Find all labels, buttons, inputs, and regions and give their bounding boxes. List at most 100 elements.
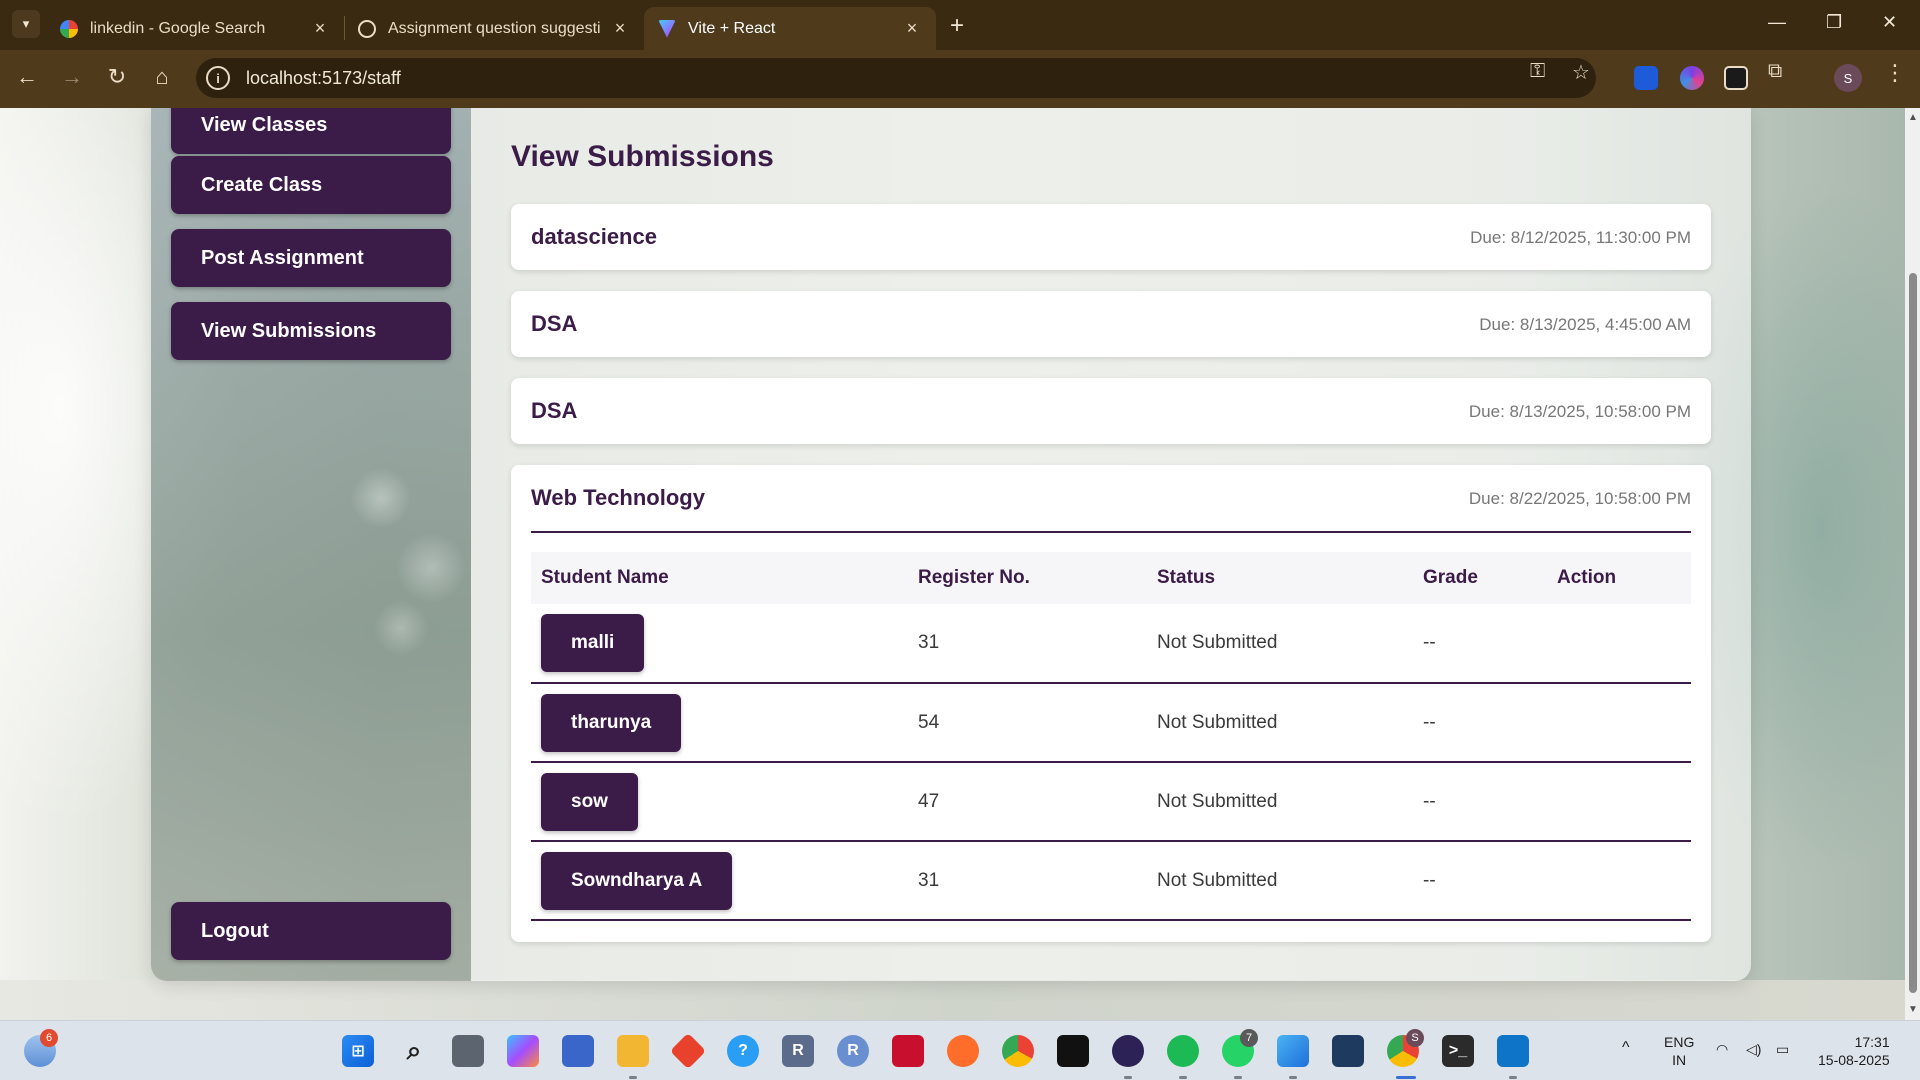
whatsapp-badge: 7 (1240, 1029, 1258, 1047)
volume-icon[interactable]: ◁) (1746, 1040, 1761, 1058)
close-tab-icon[interactable]: × (310, 18, 330, 39)
search-icon[interactable]: ⌕ (398, 1035, 430, 1067)
chrome-profile-badge: S (1406, 1029, 1424, 1047)
status-cell: Not Submitted (1147, 762, 1413, 842)
sidebar-item-view-submissions[interactable]: View Submissions (171, 302, 451, 360)
close-tab-icon[interactable]: × (610, 18, 630, 39)
student-cell: tharunya (531, 683, 908, 763)
student-cell: Sowndharya A (531, 841, 908, 921)
start-windows-icon[interactable]: ⊞ (342, 1035, 374, 1067)
assignment-name: datascience (531, 224, 657, 249)
spotify-icon[interactable] (1167, 1035, 1199, 1067)
student-name-button[interactable]: malli (541, 614, 645, 672)
student-name-button[interactable]: tharunya (541, 693, 682, 752)
chatgpt-icon (358, 19, 376, 38)
site-info-icon[interactable]: i (206, 66, 230, 90)
extension-screen-icon[interactable] (1634, 66, 1658, 90)
assignment-card-expanded[interactable]: Web Technology Due: 8/22/2025, 10:58:00 … (511, 465, 1711, 942)
show-hidden-icons-chevron-icon[interactable]: ^ (1622, 1039, 1630, 1057)
assignment-card[interactable]: datascience Due: 8/12/2025, 11:30:00 PM (511, 204, 1711, 270)
minimize-icon[interactable]: — (1768, 12, 1786, 33)
assignment-due-date: Due: 8/22/2025, 10:58:00 PM (1468, 489, 1691, 508)
tab-search-chevron-icon[interactable]: ▾ (12, 10, 40, 38)
logout-button[interactable]: Logout (171, 902, 451, 960)
student-name-button[interactable]: Sowndharya A (541, 851, 733, 910)
running-indicator (1179, 1076, 1187, 1079)
scroll-up-arrow-icon[interactable]: ▲ (1908, 112, 1918, 123)
password-key-icon[interactable]: ⚿ (1530, 60, 1545, 83)
photos-icon[interactable] (1277, 1035, 1309, 1067)
google-icon (60, 19, 78, 38)
assignment-card[interactable]: DSA Due: 8/13/2025, 4:45:00 AM (511, 291, 1711, 357)
r-console-icon[interactable]: R (837, 1035, 869, 1067)
action-cell (1547, 841, 1691, 921)
eclipse-icon[interactable] (1112, 1035, 1144, 1067)
duckduckgo-icon[interactable] (947, 1035, 979, 1067)
wifi-icon[interactable]: ◠ (1716, 1040, 1728, 1058)
close-window-icon[interactable]: ✕ (1882, 12, 1897, 33)
forward-arrow-icon[interactable]: → (57, 64, 87, 90)
extensions-puzzle-icon[interactable]: ⧉ (1768, 60, 1782, 83)
close-tab-icon[interactable]: × (902, 18, 922, 39)
scrollbar-thumb[interactable] (1909, 273, 1917, 993)
bookmark-star-icon[interactable]: ☆ (1572, 60, 1590, 85)
background-strip (0, 980, 1905, 1020)
terminal-icon[interactable]: >_ (1442, 1035, 1474, 1067)
vscode-icon[interactable] (1497, 1035, 1529, 1067)
page-viewport: View Classes Create Class Post Assignmen… (0, 108, 1905, 1020)
extension-brain-icon[interactable] (1680, 66, 1704, 90)
assignment-due-date: Due: 8/13/2025, 4:45:00 AM (1479, 315, 1691, 334)
column-header-action: Action (1547, 552, 1691, 604)
divider (531, 531, 1691, 533)
page-scrollbar[interactable]: ▲ ▼ (1905, 108, 1920, 1020)
page-title: View Submissions (511, 140, 774, 173)
file-explorer-icon[interactable] (617, 1035, 649, 1067)
tab-assignment-suggestion[interactable]: Assignment question suggestion × (344, 7, 644, 50)
anydesk-icon[interactable] (669, 1032, 707, 1070)
reload-icon[interactable]: ↻ (102, 64, 132, 90)
sidebar-item-create-class[interactable]: Create Class (171, 156, 451, 214)
scroll-down-arrow-icon[interactable]: ▼ (1908, 1004, 1918, 1015)
assignment-card[interactable]: DSA Due: 8/13/2025, 10:58:00 PM (511, 378, 1711, 444)
chrome-icon[interactable] (1002, 1035, 1034, 1067)
address-bar[interactable]: i localhost:5173/staff (196, 58, 1596, 98)
student-cell: sow (531, 762, 908, 842)
snipping-tool-icon[interactable] (1332, 1035, 1364, 1067)
tab-title: Assignment question suggestion (388, 19, 600, 37)
input-language[interactable]: ENG IN (1664, 1033, 1694, 1069)
back-arrow-icon[interactable]: ← (12, 64, 42, 90)
new-tab-button[interactable]: + (950, 12, 964, 40)
browser-menu-icon[interactable]: ⋮ (1884, 60, 1906, 86)
battery-icon[interactable]: ▭ (1776, 1040, 1789, 1058)
time: 17:31 (1854, 1034, 1890, 1050)
home-icon[interactable]: ⌂ (147, 64, 177, 90)
vector-app-icon[interactable] (1057, 1035, 1089, 1067)
copilot-icon[interactable] (507, 1035, 539, 1067)
restore-icon[interactable]: ❐ (1826, 12, 1842, 33)
staff-dashboard: View Classes Create Class Post Assignmen… (151, 108, 1751, 981)
table-header-row: Student Name Register No. Status Grade A… (531, 552, 1691, 604)
help-icon[interactable]: ? (727, 1035, 759, 1067)
sidebar-item-post-assignment[interactable]: Post Assignment (171, 229, 451, 287)
r-project-icon[interactable]: R (782, 1035, 814, 1067)
tab-title: Vite + React (688, 19, 776, 37)
profile-avatar[interactable]: S (1834, 64, 1862, 92)
status-cell: Not Submitted (1147, 604, 1413, 684)
student-name-button[interactable]: sow (541, 772, 638, 831)
status-cell: Not Submitted (1147, 683, 1413, 763)
assignment-header: DSA Due: 8/13/2025, 10:58:00 PM (511, 378, 1711, 444)
grade-cell: -- (1413, 841, 1547, 921)
grade-cell: -- (1413, 683, 1547, 763)
task-view-icon[interactable] (452, 1035, 484, 1067)
sidebar-item-view-classes[interactable]: View Classes (171, 108, 451, 154)
vite-icon (658, 19, 676, 38)
tab-linkedin-search[interactable]: linkedin - Google Search × (46, 7, 344, 50)
tab-vite-react[interactable]: Vite + React × (644, 7, 936, 50)
action-cell (1547, 604, 1691, 684)
column-header-register-no: Register No. (908, 552, 1147, 604)
store-icon[interactable] (562, 1035, 594, 1067)
mcafee-icon[interactable] (892, 1035, 924, 1067)
extension-panel-icon[interactable] (1724, 66, 1748, 90)
region-label: IN (1672, 1052, 1687, 1068)
clock[interactable]: 17:31 15-08-2025 (1818, 1033, 1890, 1069)
